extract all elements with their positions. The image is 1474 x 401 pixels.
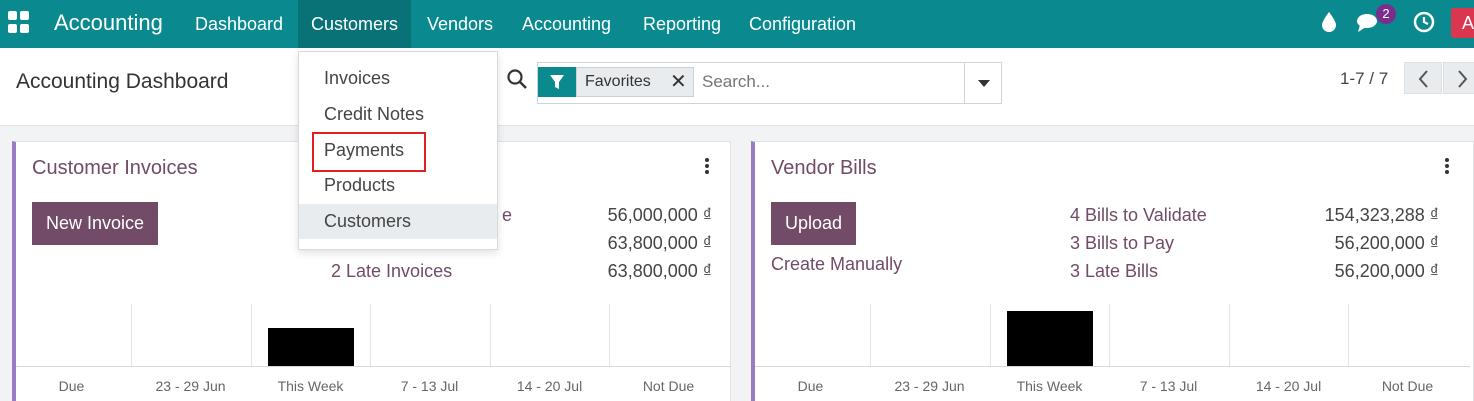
pager-next-button[interactable] [1443,62,1474,94]
vendor-bills-card: Vendor Bills Upload Create Manually 4 Bi… [751,141,1474,401]
search-input[interactable] [702,67,962,97]
axis-label: Due [797,378,824,394]
journal-link[interactable]: e [502,205,512,226]
axis-label: 7 - 13 Jul [400,378,459,394]
clock-icon[interactable] [1413,11,1435,33]
card-title[interactable]: Customer Invoices [32,157,198,180]
search-options-toggle[interactable] [964,63,1002,103]
axis-label: 14 - 20 Jul [516,378,583,394]
menu-customers[interactable]: Customers [298,0,412,48]
axis-label: 7 - 13 Jul [1139,378,1198,394]
axis-label: Not Due [1381,378,1434,394]
menu-dashboard[interactable]: Dashboard [182,0,296,48]
remove-facet-icon[interactable]: ✕ [670,68,687,96]
amount-value: 56,200,000 ₫ [1334,261,1439,281]
axis-label: 14 - 20 Jul [1255,378,1322,394]
amount-value: 56,000,000 ₫ [607,205,712,225]
menu-item-credit-notes[interactable]: Credit Notes [299,97,497,132]
card-title[interactable]: Vendor Bills [771,157,877,180]
graph-bar[interactable] [268,328,354,366]
pager-previous-button[interactable] [1404,62,1442,94]
control-panel: Accounting Dashboard Favorites ✕ 1-7 / 7 [0,48,1474,126]
late-bills-link[interactable]: 3 Late Bills [1070,261,1158,282]
late-invoices-link[interactable]: 2 Late Invoices [331,261,452,282]
favorites-facet: Favorites ✕ [576,67,694,97]
apps-menu-icon[interactable] [8,11,30,33]
bills-graph[interactable]: Due 23 - 29 Jun This Week 7 - 13 Jul 14 … [755,304,1470,401]
top-navbar: Accounting Dashboard Customers Vendors A… [0,0,1474,48]
menu-accounting[interactable]: Accounting [509,0,624,48]
amount-value: 63,800,000 ₫ [607,261,712,281]
filter-icon [538,67,576,97]
amount-value: 63,800,000 ₫ [607,233,712,253]
menu-item-products[interactable]: Products [299,168,497,203]
menu-item-invoices[interactable]: Invoices [299,61,497,96]
axis-label: This Week [277,378,344,394]
search-icon[interactable] [506,68,528,90]
axis-label: 23 - 29 Jun [155,378,226,394]
user-avatar[interactable]: A [1451,8,1474,38]
caret-down-icon [978,80,990,87]
amount-value: 56,200,000 ₫ [1334,233,1439,253]
menu-item-customers[interactable]: Customers [299,204,497,239]
amount-value: 154,323,288 ₫ [1324,205,1439,225]
axis-label: 23 - 29 Jun [894,378,965,394]
pager-value[interactable]: 1-7 / 7 [1340,69,1388,89]
kebab-menu-icon[interactable] [1444,158,1450,176]
bills-to-validate-link[interactable]: 4 Bills to Validate [1070,205,1207,226]
payments-highlight-box [312,132,426,172]
axis-label: This Week [1016,378,1083,394]
chevron-left-icon [1418,70,1428,88]
chat-badge: 2 [1376,4,1396,24]
search-bar[interactable]: Favorites ✕ [537,62,1002,104]
upload-button[interactable]: Upload [771,202,857,245]
invoices-graph[interactable]: Due 23 - 29 Jun This Week 7 - 13 Jul 14 … [16,304,731,401]
facet-label: Favorites [585,73,651,90]
new-invoice-button[interactable]: New Invoice [32,202,159,245]
kebab-menu-icon[interactable] [704,158,710,176]
create-manually-link[interactable]: Create Manually [771,254,902,275]
app-brand[interactable]: Accounting [54,10,163,36]
menu-configuration[interactable]: Configuration [736,0,869,48]
bills-to-pay-link[interactable]: 3 Bills to Pay [1070,233,1174,254]
axis-label: Due [58,378,85,394]
menu-reporting[interactable]: Reporting [630,0,734,48]
graph-bar[interactable] [1007,311,1093,366]
chevron-right-icon [1458,70,1468,88]
drop-icon[interactable] [1320,11,1338,33]
menu-vendors[interactable]: Vendors [414,0,506,48]
page-title: Accounting Dashboard [16,70,229,93]
axis-label: Not Due [642,378,695,394]
